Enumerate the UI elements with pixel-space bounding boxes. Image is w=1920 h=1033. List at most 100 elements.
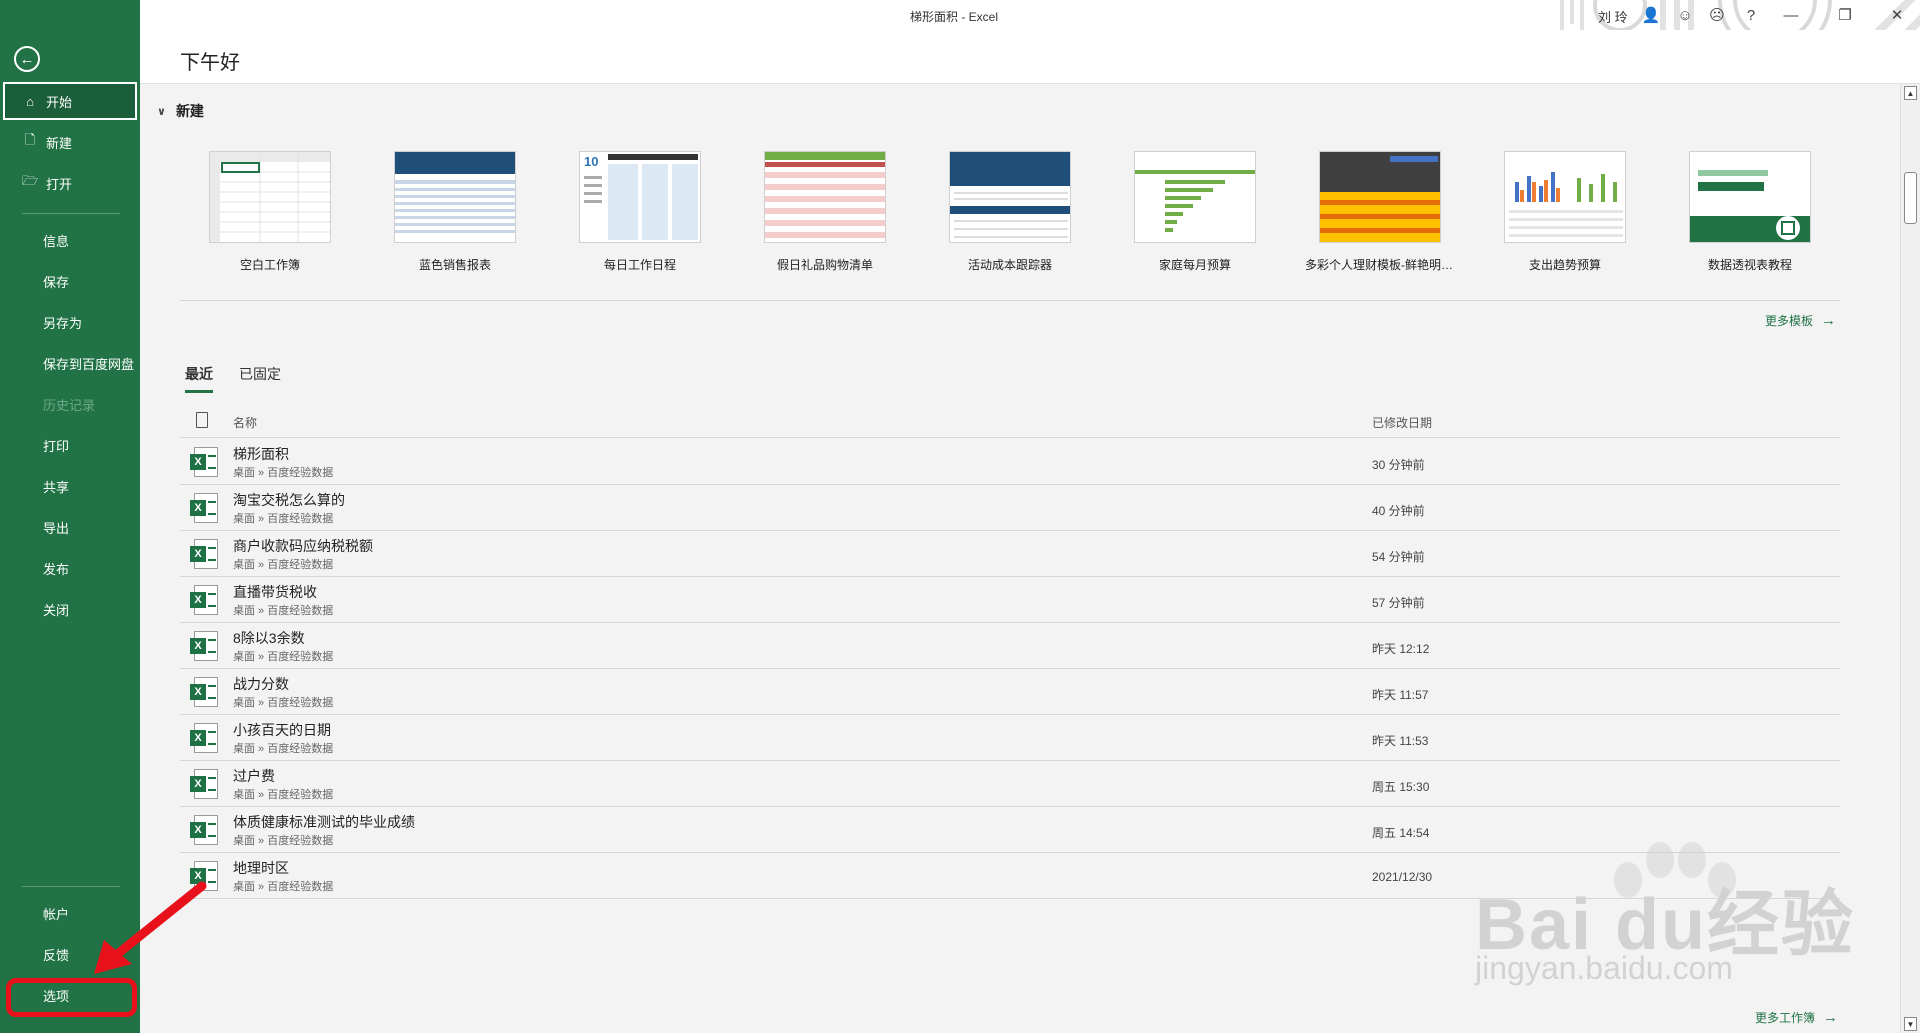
more-workbooks-link[interactable]: 更多工作簿 → <box>1755 1009 1838 1026</box>
column-header-date[interactable]: 已修改日期 <box>1372 414 1432 431</box>
new-section-toggle[interactable]: ∨ 新建 <box>157 101 204 121</box>
sidebar-item-share[interactable]: 共享 <box>0 468 140 504</box>
template-card[interactable]: 10 每日工作日程 <box>565 151 715 273</box>
file-name: 8除以3余数 <box>233 630 305 646</box>
file-path: 桌面 » 百度经验数据 <box>233 697 334 709</box>
template-name: 假日礼品购物清单 <box>776 258 873 272</box>
more-workbooks-label: 更多工作簿 <box>1755 1011 1816 1025</box>
file-row[interactable]: X 过户费 桌面 » 百度经验数据 周五 15:30 <box>180 761 1840 807</box>
svg-text:10: 10 <box>584 154 598 169</box>
sidebar-item-label: 导出 <box>43 520 70 536</box>
scroll-down-icon[interactable]: ▼ <box>1904 1017 1917 1031</box>
sidebar-item-label: 另存为 <box>43 315 83 331</box>
user-name[interactable]: 刘 玲 <box>1598 7 1628 26</box>
template-thumbnail-personal-finance <box>1319 151 1441 243</box>
template-card[interactable]: 数据透视表教程 <box>1675 151 1825 273</box>
more-templates-link[interactable]: 更多模板 → <box>1765 312 1836 329</box>
file-list-header: 名称 已修改日期 <box>180 406 1840 438</box>
file-path: 桌面 » 百度经验数据 <box>233 881 334 893</box>
file-name: 商户收款码应纳税税额 <box>233 538 373 554</box>
sidebar-item-save-as[interactable]: 另存为 <box>0 304 140 340</box>
file-row[interactable]: X 8除以3余数桌面 » 百度经验数据 昨天 12:12 <box>180 623 1840 669</box>
arrow-right-icon: → <box>1821 312 1837 329</box>
file-row[interactable]: X 直播带货税收 桌面 » 百度经验数据 57 分钟前 <box>180 577 1840 623</box>
excel-file-icon: X <box>190 447 218 477</box>
template-thumbnail-daily-schedule: 10 <box>579 151 701 243</box>
scroll-up-icon[interactable]: ▲ <box>1904 86 1917 100</box>
smile-feedback-icon[interactable]: ☺ <box>1674 4 1696 26</box>
frown-feedback-icon[interactable]: ☹ <box>1706 4 1728 26</box>
sidebar-item-close[interactable]: 关闭 <box>0 591 140 627</box>
file-modified-date: 昨天 12:12 <box>1372 642 1430 656</box>
template-name: 蓝色销售报表 <box>418 258 491 272</box>
sidebar-item-save-baidu[interactable]: 保存到百度网盘 <box>0 345 140 381</box>
template-card[interactable]: 空白工作簿 <box>195 151 345 273</box>
sidebar-item-home[interactable]: ⌂ 开始 <box>3 82 137 120</box>
file-modified-date: 57 分钟前 <box>1372 596 1425 610</box>
sidebar-item-open[interactable]: 🗁 打开 <box>0 165 140 201</box>
file-path: 桌面 » 百度经验数据 <box>233 605 334 617</box>
file-name: 地理时区 <box>233 860 289 876</box>
red-annotation-arrow <box>94 881 207 974</box>
sidebar-item-label: 保存到百度网盘 <box>43 356 135 372</box>
sidebar-item-label: 历史记录 <box>43 397 96 413</box>
template-name: 活动成本跟踪器 <box>967 258 1052 272</box>
file-row[interactable]: X 小孩百天的日期 桌面 » 百度经验数据 昨天 11:53 <box>180 715 1840 761</box>
file-row[interactable]: X 战力分数 桌面 » 百度经验数据 昨天 11:57 <box>180 669 1840 715</box>
file-path: 桌面 » 百度经验数据 <box>233 651 334 663</box>
file-path: 桌面 » 百度经验数据 <box>233 835 334 847</box>
sidebar-item-label: 开始 <box>46 94 73 110</box>
user-avatar-icon[interactable]: 👤 <box>1640 4 1662 26</box>
file-path: 桌面 » 百度经验数据 <box>233 789 334 801</box>
template-card[interactable]: 假日礼品购物清单 <box>750 151 900 273</box>
arrow-right-icon: → <box>1823 1009 1839 1026</box>
recent-tabs: 最近 已固定 <box>185 364 281 393</box>
excel-file-icon: X <box>190 631 218 661</box>
template-card[interactable]: 家庭每月预算 <box>1120 151 1270 273</box>
template-card[interactable]: 支出趋势预算 <box>1490 151 1640 273</box>
template-name: 空白工作簿 <box>239 258 300 272</box>
scrollbar-thumb[interactable] <box>1904 172 1917 224</box>
close-icon[interactable]: ✕ <box>1886 4 1908 26</box>
file-modified-date: 40 分钟前 <box>1372 504 1425 518</box>
window-title: 梯形面积 - Excel <box>910 10 999 24</box>
template-card[interactable]: 蓝色销售报表 <box>380 151 530 273</box>
sidebar-divider <box>22 213 120 214</box>
watermark-url: jingyan.baidu.com <box>1475 950 1733 986</box>
restore-icon[interactable]: ❐ <box>1834 4 1856 26</box>
sidebar-item-publish[interactable]: 发布 <box>0 550 140 586</box>
file-row[interactable]: X 商户收款码应纳税税额 桌面 » 百度经验数据 54 分钟前 <box>180 531 1840 577</box>
file-row[interactable]: X 梯形面积 桌面 » 百度经验数据 30 分钟前 <box>180 439 1840 485</box>
excel-file-icon: X <box>190 677 218 707</box>
template-thumbnail-blue-sales <box>394 151 516 243</box>
sidebar-item-info[interactable]: 信息 <box>0 222 140 258</box>
file-path: 桌面 » 百度经验数据 <box>233 513 334 525</box>
tab-pinned[interactable]: 已固定 <box>239 364 281 393</box>
excel-file-icon: X <box>190 585 218 615</box>
file-modified-date: 30 分钟前 <box>1372 458 1425 472</box>
sidebar-item-label: 发布 <box>43 561 70 577</box>
file-name: 过户费 <box>233 768 275 784</box>
tab-recent[interactable]: 最近 <box>185 364 213 393</box>
red-annotation-box <box>6 978 137 1017</box>
vertical-scrollbar[interactable]: ▲ ▼ <box>1900 84 1920 1033</box>
back-arrow-icon[interactable]: ← <box>14 46 40 72</box>
sidebar-item-label: 打印 <box>43 438 70 454</box>
template-thumbnail-event-cost <box>949 151 1071 243</box>
column-header-name[interactable]: 名称 <box>233 414 257 431</box>
sidebar-item-export[interactable]: 导出 <box>0 509 140 545</box>
file-row[interactable]: X 淘宝交税怎么算的 桌面 » 百度经验数据 40 分钟前 <box>180 485 1840 531</box>
sidebar-item-label: 反馈 <box>43 947 70 963</box>
minimize-icon[interactable]: — <box>1780 4 1802 26</box>
sidebar-item-history: 历史记录 <box>0 386 140 422</box>
sidebar-item-new[interactable]: 🗋 新建 <box>0 124 140 160</box>
template-card[interactable]: 多彩个人理财模板-鲜艳明快... <box>1305 151 1455 273</box>
sidebar-item-save[interactable]: 保存 <box>0 263 140 299</box>
title-bar: 梯形面积 - Excel 刘 玲 👤 ☺ ☹ ? — ❐ ✕ <box>140 0 1920 58</box>
help-icon[interactable]: ? <box>1740 4 1762 26</box>
sidebar-item-label: 新建 <box>46 135 73 151</box>
template-card[interactable]: 活动成本跟踪器 <box>935 151 1085 273</box>
template-thumbnail-blank <box>209 151 331 243</box>
document-icon <box>196 412 208 428</box>
sidebar-item-print[interactable]: 打印 <box>0 427 140 463</box>
